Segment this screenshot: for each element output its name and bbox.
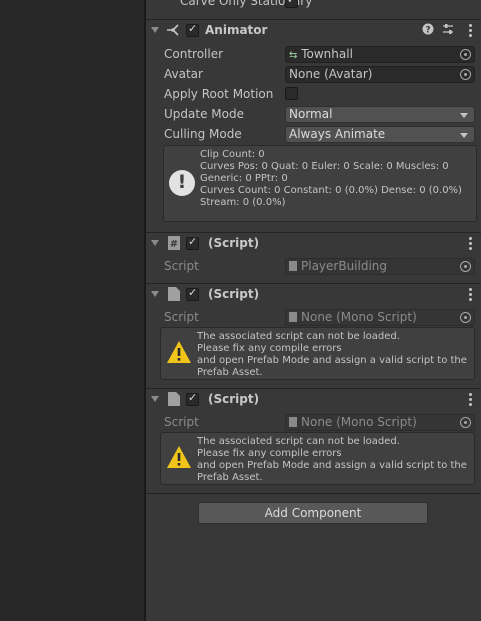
warning-line: and open Prefab Mode and assign a valid …: [197, 460, 467, 471]
animator-title: Animator: [205, 23, 268, 37]
script1-enabled-checkbox[interactable]: [186, 235, 199, 250]
svg-text:#: #: [169, 239, 177, 250]
script3-foldout-arrow[interactable]: [151, 396, 159, 402]
controller-row: Controller ⇆ Townhall: [146, 46, 481, 64]
culling-mode-value: Always Animate: [289, 127, 386, 141]
info-line: Stream: 0 (0.0%): [200, 197, 286, 208]
info-line: Curves Count: 0 Constant: 0 (0.0%) Dense…: [200, 185, 462, 196]
warning-line: The associated script can not be loaded.: [197, 331, 400, 342]
script1-foldout-arrow[interactable]: [151, 240, 159, 246]
separator: [146, 493, 481, 494]
script3-header[interactable]: (Script): [146, 389, 481, 411]
controller-field[interactable]: ⇆ Townhall: [285, 46, 475, 63]
avatar-object-picker-icon[interactable]: [460, 69, 471, 80]
script1-menu-icon[interactable]: [469, 237, 472, 250]
controller-object-picker-icon[interactable]: [460, 49, 471, 60]
warning-icon: [166, 445, 192, 472]
help-icon[interactable]: ?: [422, 23, 434, 38]
script-file-icon: [289, 417, 297, 427]
script1-field: PlayerBuilding: [285, 258, 475, 275]
script1-value: PlayerBuilding: [301, 259, 388, 273]
info-icon: [169, 170, 195, 196]
script3-field-label: Script: [164, 415, 199, 429]
animator-info-box: Clip Count: 0 Curves Pos: 0 Quat: 0 Eule…: [163, 145, 477, 222]
script1-field-row: Script PlayerBuilding: [146, 258, 481, 276]
script3-object-picker-icon[interactable]: [460, 417, 471, 428]
script2-enabled-checkbox[interactable]: [186, 286, 199, 301]
script1-title: (Script): [208, 236, 260, 250]
warning-line: Please fix any compile errors: [197, 448, 342, 459]
script2-menu-icon[interactable]: [469, 288, 472, 301]
script3-enabled-checkbox[interactable]: [186, 391, 199, 406]
animator-icon: [166, 23, 179, 38]
info-line: Curves Pos: 0 Quat: 0 Euler: 0 Scale: 0 …: [200, 161, 449, 172]
chevron-down-icon: [460, 113, 468, 118]
script2-foldout-arrow[interactable]: [151, 291, 159, 297]
controller-label: Controller: [164, 47, 224, 61]
script-file-icon: [289, 312, 297, 322]
warning-line: and open Prefab Mode and assign a valid …: [197, 355, 467, 366]
script2-header[interactable]: (Script): [146, 284, 481, 306]
update-mode-row: Update Mode Normal: [146, 106, 481, 124]
culling-mode-label: Culling Mode: [164, 127, 242, 141]
carve-only-stationary-checkbox[interactable]: [285, 0, 298, 8]
hierarchy-pane: [0, 0, 144, 621]
script3-value: None (Mono Script): [301, 415, 417, 429]
csharp-script-icon: #: [167, 236, 180, 251]
script2-value: None (Mono Script): [301, 310, 417, 324]
script2-field-row: Script None (Mono Script): [146, 309, 481, 327]
apply-root-motion-label: Apply Root Motion: [164, 87, 274, 101]
avatar-label: Avatar: [164, 67, 203, 81]
script-file-icon: [289, 261, 297, 271]
script1-header[interactable]: # (Script): [146, 233, 481, 255]
missing-script-icon: [167, 392, 180, 407]
avatar-field[interactable]: None (Avatar): [285, 66, 475, 83]
update-mode-value: Normal: [289, 107, 333, 121]
script3-warning-box: The associated script can not be loaded.…: [160, 432, 475, 485]
warning-line: The associated script can not be loaded.: [197, 436, 400, 447]
controller-asset-icon: ⇆: [289, 50, 298, 61]
animator-enabled-checkbox[interactable]: [186, 22, 199, 37]
script3-title: (Script): [208, 392, 260, 406]
script2-warning-box: The associated script can not be loaded.…: [160, 327, 475, 380]
script3-field-row: Script None (Mono Script): [146, 414, 481, 432]
controller-value: Townhall: [301, 47, 353, 61]
script2-object-picker-icon[interactable]: [460, 312, 471, 323]
update-mode-dropdown[interactable]: Normal: [285, 106, 475, 123]
warning-icon: [166, 340, 192, 367]
animator-header[interactable]: Animator ?: [146, 20, 481, 42]
script2-field-label: Script: [164, 310, 199, 324]
carve-only-stationary-row: Carve Only Stationary: [146, 0, 481, 10]
chevron-down-icon: [460, 133, 468, 138]
warning-line: Please fix any compile errors: [197, 343, 342, 354]
script1-object-picker-icon[interactable]: [460, 261, 471, 272]
animator-foldout-arrow[interactable]: [151, 27, 159, 33]
add-component-button[interactable]: Add Component: [198, 502, 428, 524]
script2-field: None (Mono Script): [285, 309, 475, 326]
missing-script-icon: [167, 287, 180, 302]
warning-line: Prefab Asset.: [197, 472, 263, 483]
preset-icon[interactable]: [442, 23, 454, 38]
animator-menu-icon[interactable]: [469, 24, 472, 37]
culling-mode-dropdown[interactable]: Always Animate: [285, 126, 475, 143]
svg-text:?: ?: [425, 26, 430, 36]
avatar-value: None (Avatar): [289, 67, 373, 81]
info-line: Clip Count: 0: [200, 149, 265, 160]
script3-menu-icon[interactable]: [469, 393, 472, 406]
apply-root-motion-checkbox[interactable]: [285, 87, 298, 100]
inspector-panel: Carve Only Stationary Animator ? Control…: [146, 0, 481, 621]
info-line: Generic: 0 PPtr: 0: [200, 173, 288, 184]
warning-line: Prefab Asset.: [197, 367, 263, 378]
update-mode-label: Update Mode: [164, 107, 244, 121]
script3-field: None (Mono Script): [285, 414, 475, 431]
apply-root-motion-row: Apply Root Motion: [146, 86, 481, 104]
script2-title: (Script): [208, 287, 260, 301]
avatar-row: Avatar None (Avatar): [146, 66, 481, 84]
script1-field-label: Script: [164, 259, 199, 273]
culling-mode-row: Culling Mode Always Animate: [146, 126, 481, 144]
